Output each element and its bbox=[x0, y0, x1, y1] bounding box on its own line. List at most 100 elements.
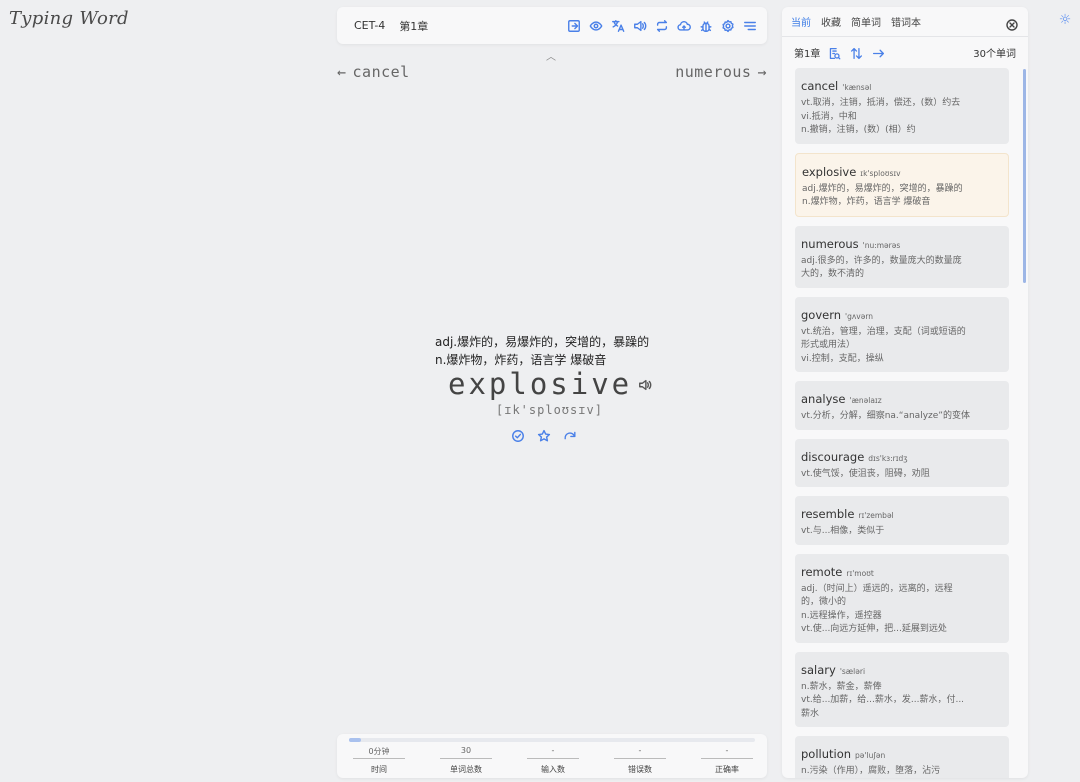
skip-icon[interactable] bbox=[563, 428, 577, 442]
toolbar-icons bbox=[566, 18, 757, 33]
next-word: numerous bbox=[675, 63, 752, 81]
settings-icon[interactable] bbox=[720, 18, 735, 33]
card-word: salary bbox=[801, 662, 836, 677]
stats-bar: 0分钟 时间 30 单词总数 - 输入数 - 错误数 - 正确率 bbox=[337, 734, 767, 778]
bug-icon[interactable] bbox=[698, 18, 713, 33]
list-chapter: 第1章 bbox=[794, 48, 821, 60]
check-circle-icon[interactable] bbox=[511, 428, 525, 442]
card-meaning: vt.统治，管理，治理，支配（词或短语的 形式或用法） vi.控制，支配，操纵 bbox=[801, 326, 966, 364]
locate-icon[interactable] bbox=[828, 45, 842, 60]
card-word: resemble bbox=[801, 507, 855, 521]
translate-icon[interactable] bbox=[610, 18, 625, 33]
card-phonetic: 'nu:mərəs bbox=[862, 240, 901, 250]
card-phonetic: rɪ'moʊt bbox=[846, 568, 874, 578]
tab-favorites[interactable]: 收藏 bbox=[821, 14, 841, 29]
card-word: pollution bbox=[801, 747, 852, 761]
word-list-panel: 当前 收藏 简单词 错词本 第1章 30个单词 cancel'kænsəl vt… bbox=[782, 7, 1028, 778]
panel-tabs: 当前 收藏 简单词 错词本 bbox=[782, 7, 1028, 37]
repeat-icon[interactable] bbox=[654, 18, 669, 33]
card-meaning: n.薪水，薪金，薪俸 vt.给...加薪，给...薪水，发...薪水，付... … bbox=[801, 681, 965, 719]
card-phonetic: 'kænsəl bbox=[842, 83, 872, 92]
stat-value: 0分钟 bbox=[353, 746, 405, 759]
card-meaning: adj.爆炸的，易爆炸的，突增的，暴躁的 n.爆炸物，炸药，语言学 爆破音 bbox=[802, 183, 963, 208]
word-meaning: adj.爆炸的，易爆炸的，突增的，暴躁的 n.爆炸物，炸药，语言学 爆破音 bbox=[435, 333, 675, 369]
card-phonetic: 'gʌvərn bbox=[845, 311, 874, 321]
word-row: explosive bbox=[448, 367, 652, 401]
card-word: cancel bbox=[801, 79, 839, 93]
top-toolbar: CET-4 第1章 bbox=[337, 7, 767, 44]
eye-icon[interactable] bbox=[588, 18, 603, 33]
card-word: govern bbox=[801, 307, 842, 322]
current-word[interactable]: explosive bbox=[448, 367, 632, 401]
stat-input-count: - 输入数 bbox=[527, 746, 579, 775]
stats-row: 0分钟 时间 30 单词总数 - 输入数 - 错误数 - 正确率 bbox=[353, 746, 753, 775]
stat-label: 时间 bbox=[371, 765, 387, 774]
stat-label: 正确率 bbox=[715, 765, 739, 774]
progress-bar bbox=[349, 738, 755, 742]
card-phonetic: dɪs'kɜ:rɪdʒ bbox=[868, 453, 908, 463]
progress-fill bbox=[349, 738, 362, 742]
list-header: 第1章 30个单词 bbox=[782, 37, 1028, 67]
card-word: discourage bbox=[801, 449, 865, 464]
scrollbar[interactable] bbox=[1023, 69, 1026, 283]
card-word: numerous bbox=[801, 236, 859, 251]
meaning-line: adj.爆炸的，易爆炸的，突增的，暴躁的 bbox=[435, 335, 650, 349]
word-actions bbox=[511, 428, 577, 442]
card-phonetic: 'ænəlaɪz bbox=[849, 396, 882, 405]
stat-error-count: - 错误数 bbox=[614, 746, 666, 775]
dictionary-selector[interactable]: CET-4 bbox=[354, 19, 385, 32]
word-card-active[interactable]: explosive ɪk'sploʊsɪv adj.爆炸的，易爆炸的，突增的，暴躁… bbox=[795, 152, 1009, 217]
close-icon[interactable] bbox=[1006, 16, 1018, 31]
card-phonetic: 'sæləri bbox=[839, 666, 866, 676]
previous-word-link[interactable]: ← cancel bbox=[337, 63, 410, 81]
card-meaning: vt.与...相像，类似于 bbox=[801, 526, 885, 536]
word-card[interactable]: salary'sæləri n.薪水，薪金，薪俸 vt.给...加薪，给...薪… bbox=[795, 651, 1009, 727]
word-card[interactable]: discourage dɪs'kɜ:rɪdʒ vt.使气馁，使沮丧，阻碍，劝阻 bbox=[795, 438, 1009, 487]
stat-value: 30 bbox=[440, 746, 492, 759]
stat-value: - bbox=[701, 746, 753, 759]
stat-time: 0分钟 时间 bbox=[353, 746, 405, 775]
chapter-selector[interactable]: 第1章 bbox=[399, 18, 428, 34]
tab-wrong-words[interactable]: 错词本 bbox=[891, 14, 921, 29]
next-word-link[interactable]: numerous → bbox=[675, 63, 767, 81]
arrow-right-icon[interactable] bbox=[872, 45, 886, 59]
word-card[interactable]: govern'gʌvərn vt.统治，管理，治理，支配（词或短语的 形式或用法… bbox=[795, 296, 1009, 372]
collapse-toolbar-icon[interactable]: ︿ bbox=[546, 48, 556, 63]
cloud-upload-icon[interactable] bbox=[676, 18, 691, 33]
arrow-right-icon: → bbox=[757, 63, 767, 81]
sort-icon[interactable] bbox=[850, 45, 864, 60]
word-card[interactable]: resemble rɪ'zembəl vt.与...相像，类似于 bbox=[795, 496, 1009, 545]
volume-icon[interactable] bbox=[632, 18, 647, 33]
app-logo: Typing Word bbox=[9, 8, 129, 29]
stat-label: 输入数 bbox=[541, 765, 565, 774]
word-card[interactable]: pollution pə'luʃən n.污染（作用），腐败，堕落，沾污 bbox=[795, 736, 1009, 778]
menu-icon[interactable] bbox=[742, 18, 757, 33]
tab-simple-words[interactable]: 简单词 bbox=[851, 14, 881, 29]
word-card[interactable]: cancel'kænsəl vt.取消，注销，抵消，偿还，(数）约去 vi.抵消… bbox=[795, 68, 1009, 144]
card-meaning: vt.取消，注销，抵消，偿还，(数）约去 vi.抵消，中和 n.撤销，注销，(数… bbox=[801, 98, 961, 135]
card-word: analyse bbox=[801, 392, 846, 406]
stat-total-words: 30 单词总数 bbox=[440, 746, 492, 775]
card-phonetic: ɪk'sploʊsɪv bbox=[860, 168, 901, 178]
current-phonetic: [ɪk'sploʊsɪv] bbox=[496, 403, 603, 417]
sun-icon[interactable]: ☼ bbox=[1057, 12, 1073, 28]
stat-value: - bbox=[527, 746, 579, 759]
star-icon[interactable] bbox=[537, 428, 551, 442]
card-word: explosive bbox=[802, 164, 857, 179]
word-card[interactable]: numerous'nu:mərəs adj.很多的，许多的，数量庞大的数量庞 大… bbox=[795, 225, 1009, 288]
card-meaning: vt.使气馁，使沮丧，阻碍，劝阻 bbox=[801, 468, 930, 479]
word-cards: cancel'kænsəl vt.取消，注销，抵消，偿还，(数）约去 vi.抵消… bbox=[795, 68, 1009, 778]
card-meaning: vt.分析，分解，细察na.“analyze”的变体 bbox=[801, 411, 970, 421]
card-meaning: adj.（时间上）遥远的，远离的，远程 的，微小的 n.远程操作，遥控器 vt.… bbox=[801, 583, 953, 635]
previous-word: cancel bbox=[352, 63, 410, 81]
exit-icon[interactable] bbox=[566, 18, 581, 33]
arrow-left-icon: ← bbox=[337, 63, 347, 81]
card-word: remote bbox=[801, 564, 843, 579]
stat-accuracy: - 正确率 bbox=[701, 746, 753, 775]
word-card[interactable]: remote rɪ'moʊt adj.（时间上）遥远的，远离的，远程 的，微小的 … bbox=[795, 553, 1009, 643]
word-card[interactable]: analyse'ænəlaɪz vt.分析，分解，细察na.“analyze”的… bbox=[795, 381, 1009, 430]
card-phonetic: pə'luʃən bbox=[855, 751, 886, 760]
speaker-icon[interactable] bbox=[638, 377, 652, 391]
tab-current[interactable]: 当前 bbox=[791, 14, 811, 29]
word-count: 30个单词 bbox=[973, 48, 1016, 60]
